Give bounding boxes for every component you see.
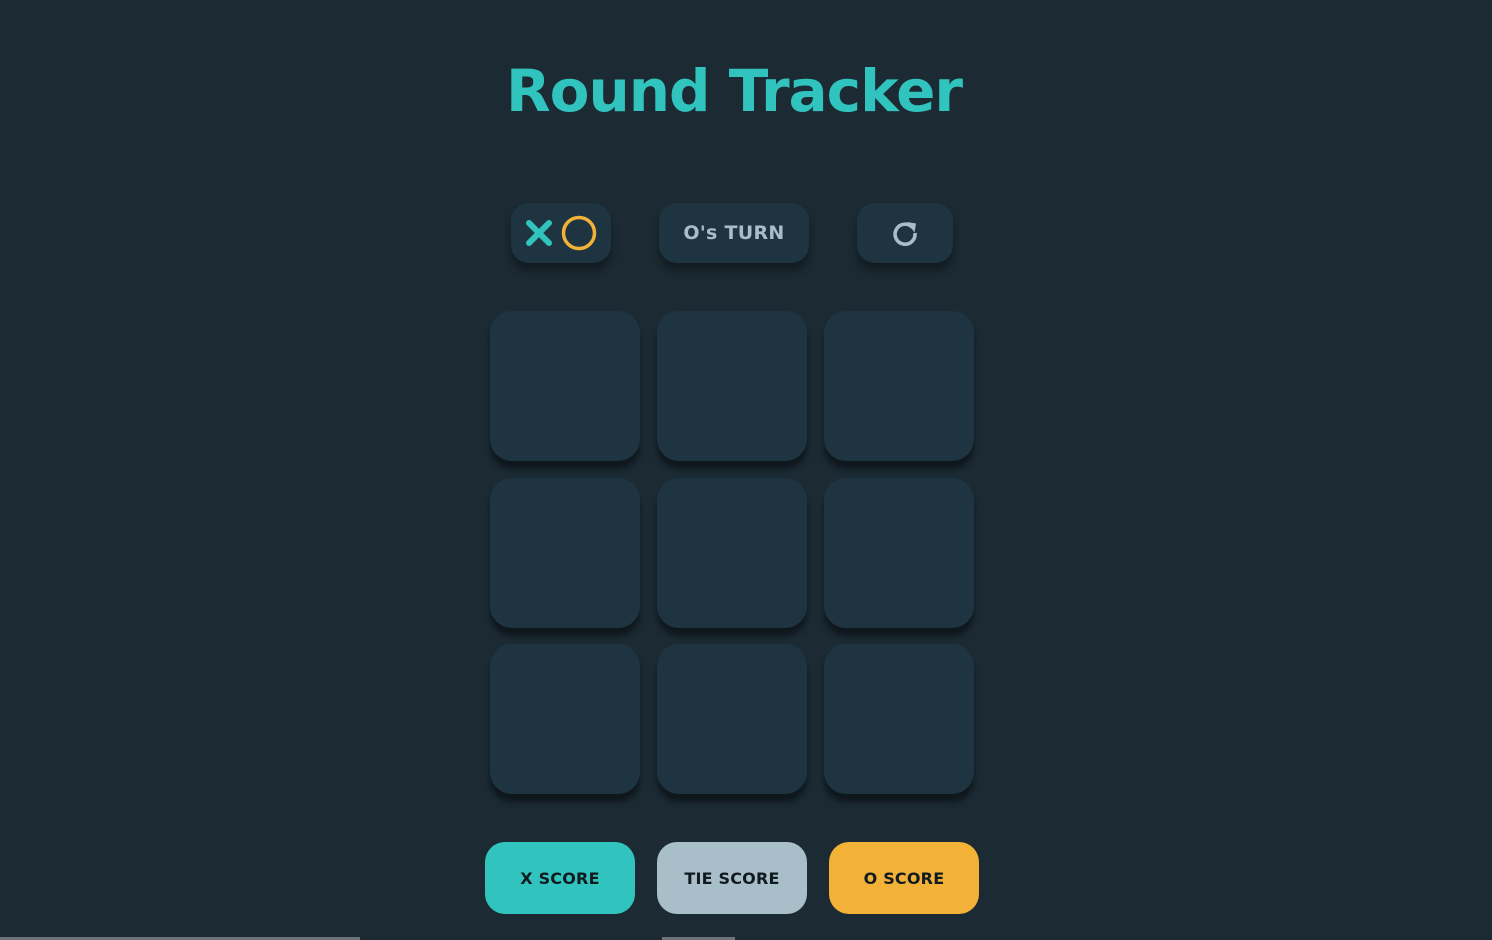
restart-icon [893, 222, 917, 246]
board-cell[interactable] [824, 644, 974, 794]
turn-indicator: O's TURN [659, 203, 809, 263]
turn-indicator-label: O's TURN [683, 222, 785, 244]
tie-score-card: TIE SCORE [657, 842, 807, 914]
tie-score-label: TIE SCORE [684, 868, 780, 888]
o-score-label: O SCORE [863, 868, 945, 888]
page-title: Round Tracker [505, 57, 963, 125]
board-cell[interactable] [824, 311, 974, 461]
board-cell[interactable] [657, 311, 807, 461]
board-cell[interactable] [657, 477, 807, 628]
x-score-card: X SCORE [485, 842, 635, 914]
game-board [490, 311, 974, 794]
board-cell[interactable] [490, 644, 640, 794]
game-page: Round Tracker O's TURN X SCORE TIE SCORE [0, 0, 1492, 940]
board-cell[interactable] [824, 477, 974, 628]
o-score-card: O SCORE [829, 842, 979, 914]
x-icon [526, 220, 552, 246]
restart-button[interactable] [857, 203, 953, 263]
board-cell[interactable] [490, 477, 640, 628]
board-cell[interactable] [657, 644, 807, 794]
board-cell[interactable] [490, 311, 640, 461]
o-icon [561, 215, 597, 251]
x-score-label: X SCORE [520, 868, 600, 888]
xo-logo [511, 203, 611, 263]
